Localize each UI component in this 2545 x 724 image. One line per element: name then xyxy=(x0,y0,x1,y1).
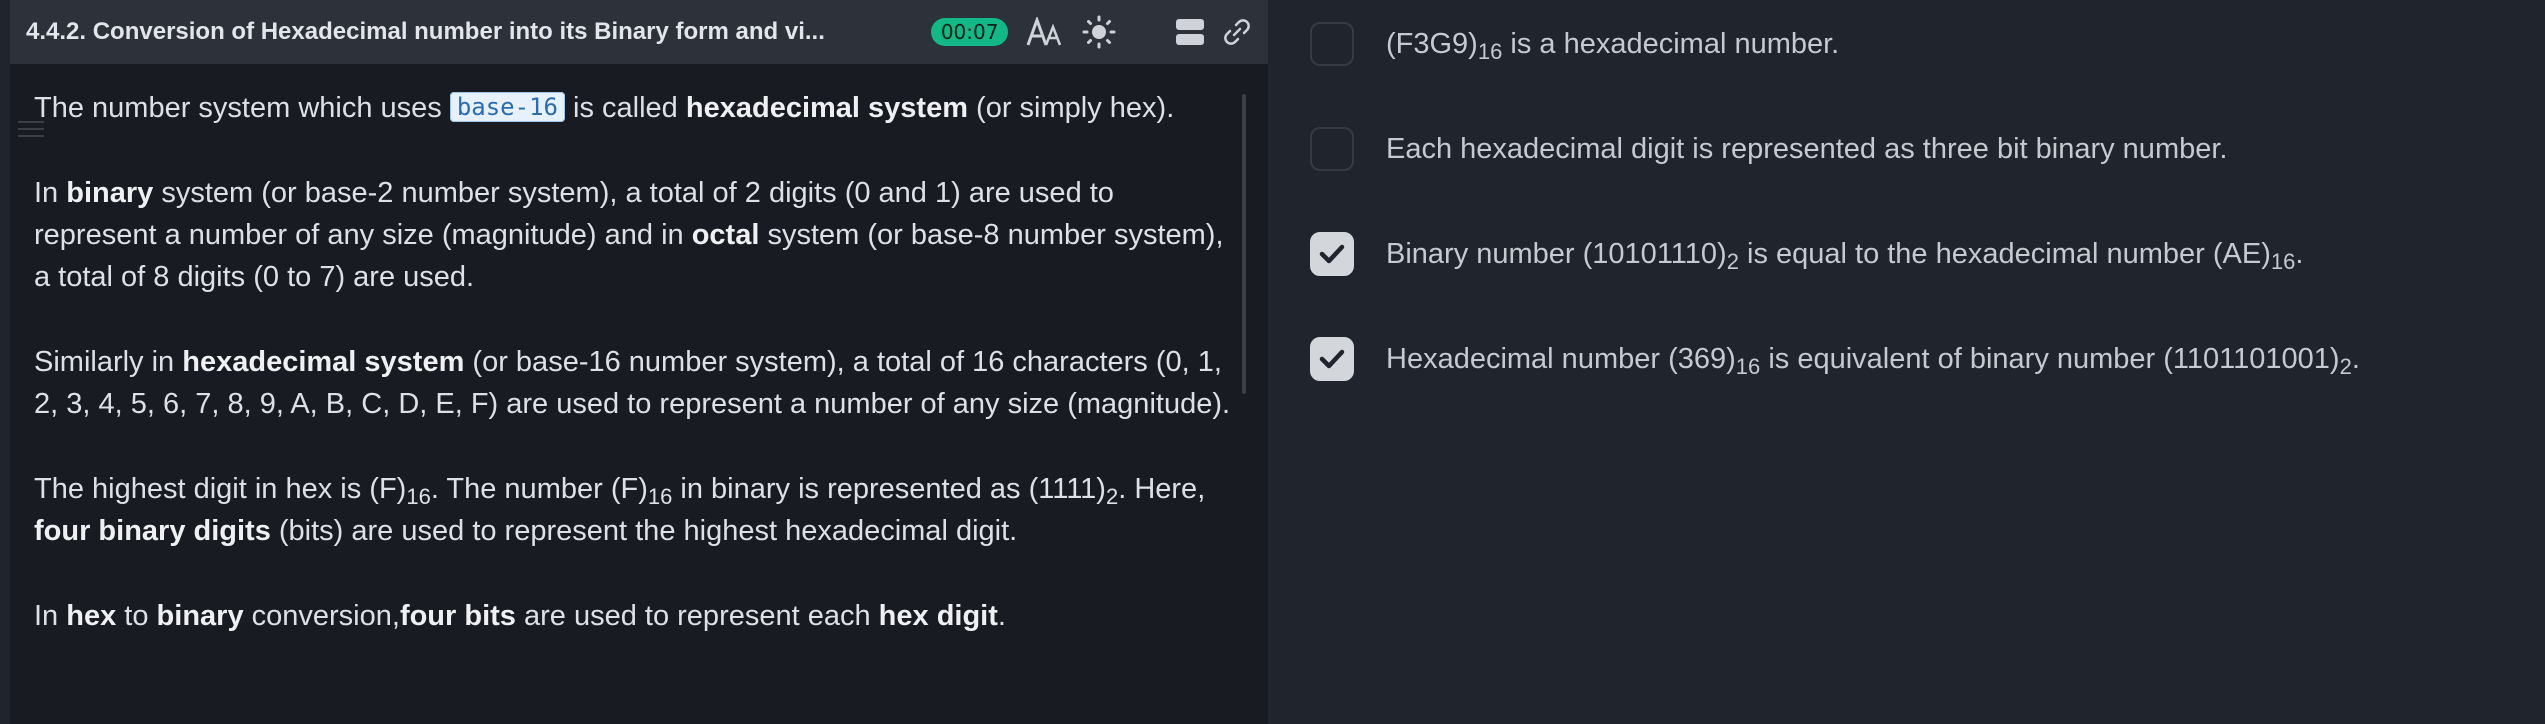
paragraph-2: In binary system (or base-2 number syste… xyxy=(34,177,1224,293)
checkmark-icon xyxy=(1319,244,1345,264)
option-label: Hexadecimal number (369)16 is equivalent… xyxy=(1386,342,2360,379)
lesson-panel: 4.4.2. Conversion of Hexadecimal number … xyxy=(10,0,1268,724)
font-size-icon[interactable] xyxy=(1024,12,1063,52)
option-label: Binary number (10101110)2 is equal to th… xyxy=(1386,237,2304,274)
paragraph-1: The number system which uses base-16 is … xyxy=(34,92,1175,124)
quiz-panel: (F3G9)16 is a hexadecimal number. Each h… xyxy=(1270,0,2545,724)
paragraph-4: The highest digit in hex is (F)16. The n… xyxy=(34,473,1206,547)
paragraph-3: Similarly in hexadecimal system (or base… xyxy=(34,346,1231,420)
checkbox[interactable] xyxy=(1310,127,1354,171)
scrollbar[interactable] xyxy=(1242,94,1246,394)
theme-sun-icon[interactable] xyxy=(1079,12,1118,52)
lesson-header: 4.4.2. Conversion of Hexadecimal number … xyxy=(10,0,1268,64)
option-4[interactable]: Hexadecimal number (369)16 is equivalent… xyxy=(1310,334,2360,384)
option-2[interactable]: Each hexadecimal digit is represented as… xyxy=(1310,124,2227,174)
paragraph-5: In hex to binary conversion,four bits ar… xyxy=(34,600,1006,632)
checkbox[interactable] xyxy=(1310,22,1354,66)
checkbox[interactable] xyxy=(1310,232,1354,276)
link-icon[interactable] xyxy=(1217,12,1256,52)
option-label: Each hexadecimal digit is represented as… xyxy=(1386,132,2228,165)
option-3[interactable]: Binary number (10101110)2 is equal to th… xyxy=(1310,229,2303,279)
option-label: (F3G9)16 is a hexadecimal number. xyxy=(1386,27,1840,64)
checkbox[interactable] xyxy=(1310,337,1354,381)
option-1[interactable]: (F3G9)16 is a hexadecimal number. xyxy=(1310,19,1839,69)
layout-toggle-icon[interactable] xyxy=(1170,12,1209,52)
lesson-title: 4.4.2. Conversion of Hexadecimal number … xyxy=(26,18,825,45)
timer-badge: 00:07 xyxy=(930,18,1009,46)
lesson-content: The number system which uses base-16 is … xyxy=(34,86,1244,680)
checkmark-icon xyxy=(1319,349,1345,369)
inline-code: base-16 xyxy=(449,92,565,122)
